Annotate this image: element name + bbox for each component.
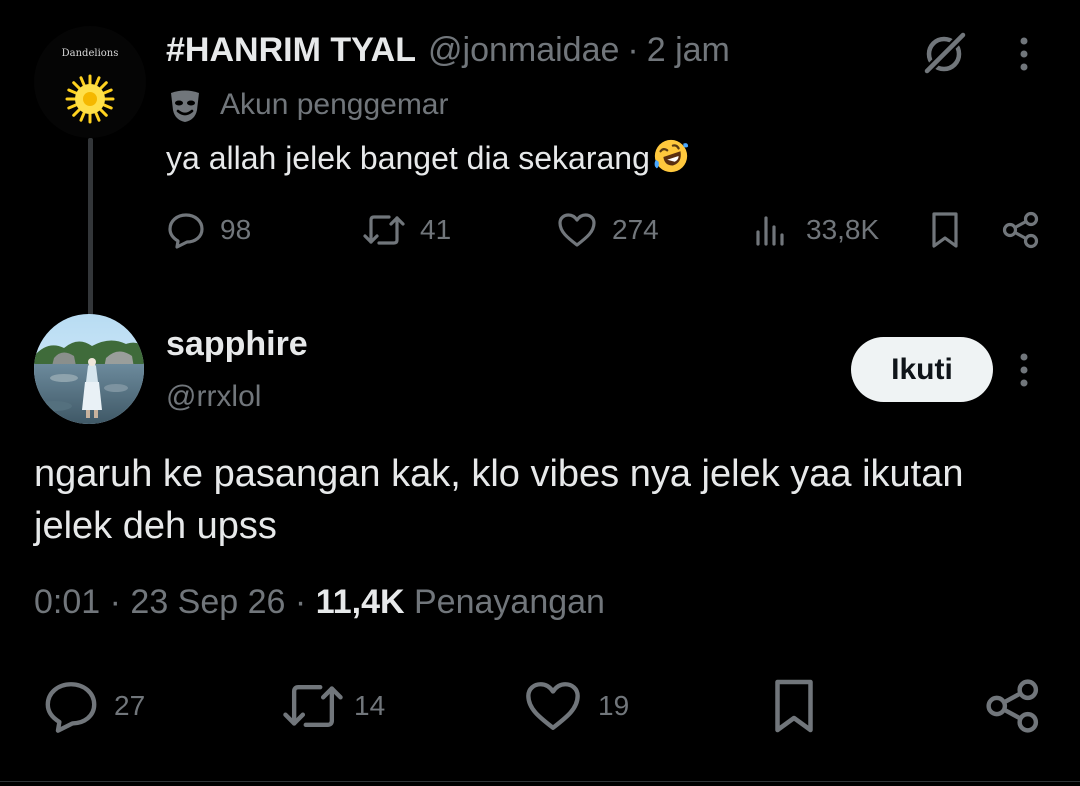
share-icon: [1002, 211, 1039, 249]
views-bar-chart-icon: [756, 216, 784, 246]
parent-like-button[interactable]: 274: [556, 206, 659, 254]
heart-icon: [526, 682, 580, 730]
reply-handle[interactable]: @rrxlol: [166, 376, 261, 418]
account-label-row: Akun penggemar: [166, 86, 449, 124]
theater-mask-icon: [166, 86, 204, 124]
parent-tweet-text: ya allah jelek banget dia sekarang: [166, 136, 690, 180]
reply-avatar[interactable]: [34, 314, 144, 424]
more-options-icon[interactable]: [1004, 30, 1044, 78]
header-separator: ·: [627, 30, 639, 69]
reply-icon: [45, 682, 97, 733]
reply-reply-count: 27: [114, 690, 146, 721]
beach-photo-image: [34, 314, 144, 424]
share-icon: [986, 679, 1039, 733]
heart-icon: [558, 213, 596, 247]
grok-icon[interactable]: [916, 28, 972, 80]
thread-connector-line: [88, 138, 93, 318]
parent-reply-button[interactable]: 98: [166, 206, 251, 254]
reply-views-count[interactable]: 11,4K: [316, 583, 405, 621]
bottom-divider: [0, 781, 1080, 782]
parent-views-count: 33,8K: [806, 214, 880, 245]
follow-button[interactable]: Ikuti: [851, 337, 993, 402]
reply-meta-row: 0:01 · 23 Sep 26 · 11,4K Penayangan: [34, 580, 605, 624]
reply-share-button[interactable]: [982, 676, 1044, 736]
bookmark-icon: [775, 679, 813, 733]
reply-date[interactable]: 23 Sep 26: [130, 583, 285, 621]
parent-share-button[interactable]: [1000, 206, 1042, 254]
reply-more-options-icon[interactable]: [1004, 346, 1044, 394]
parent-repost-count: 41: [420, 214, 452, 245]
reply-views-label: Penayangan: [414, 583, 605, 621]
dandelion-flower-image: [65, 74, 115, 124]
parent-avatar[interactable]: Dandelions: [34, 26, 146, 138]
reply-bookmark-button[interactable]: [764, 676, 824, 736]
repost-icon: [283, 684, 343, 728]
parent-bookmark-button[interactable]: [926, 206, 964, 254]
parent-tweet-header: #HANRIM TYAL @jonmaidae · 2 jam: [166, 28, 730, 72]
reply-like-button[interactable]: 19: [522, 676, 629, 736]
reply-icon: [168, 213, 204, 249]
account-label-text: Akun penggemar: [220, 88, 449, 121]
reply-repost-count: 14: [354, 690, 386, 721]
parent-repost-button[interactable]: 41: [362, 206, 451, 254]
repost-icon: [363, 215, 405, 245]
parent-timestamp[interactable]: 2 jam: [647, 31, 730, 70]
reply-like-count: 19: [598, 690, 630, 721]
parent-views-button[interactable]: 33,8K: [752, 206, 879, 254]
avatar-brand-text: Dandelions: [61, 48, 119, 59]
meta-dot: ·: [109, 583, 121, 621]
parent-display-name[interactable]: #HANRIM TYAL: [166, 31, 416, 70]
parent-like-count: 274: [612, 214, 659, 245]
parent-tweet-body: ya allah jelek banget dia sekarang: [166, 140, 650, 176]
reply-reply-button[interactable]: 27: [42, 676, 145, 736]
bookmark-icon: [932, 212, 958, 248]
meta-dot: ·: [294, 583, 307, 621]
parent-handle[interactable]: @jonmaidae: [428, 31, 619, 70]
reply-tweet-text: ngaruh ke pasangan kak, klo vibes nya je…: [34, 453, 964, 547]
rolling-laughing-emoji-icon: [654, 139, 688, 173]
reply-repost-button[interactable]: 14: [280, 676, 385, 736]
reply-display-name[interactable]: sapphire: [166, 322, 308, 366]
reply-time[interactable]: 0:01: [34, 583, 100, 621]
parent-reply-count: 98: [220, 214, 252, 245]
